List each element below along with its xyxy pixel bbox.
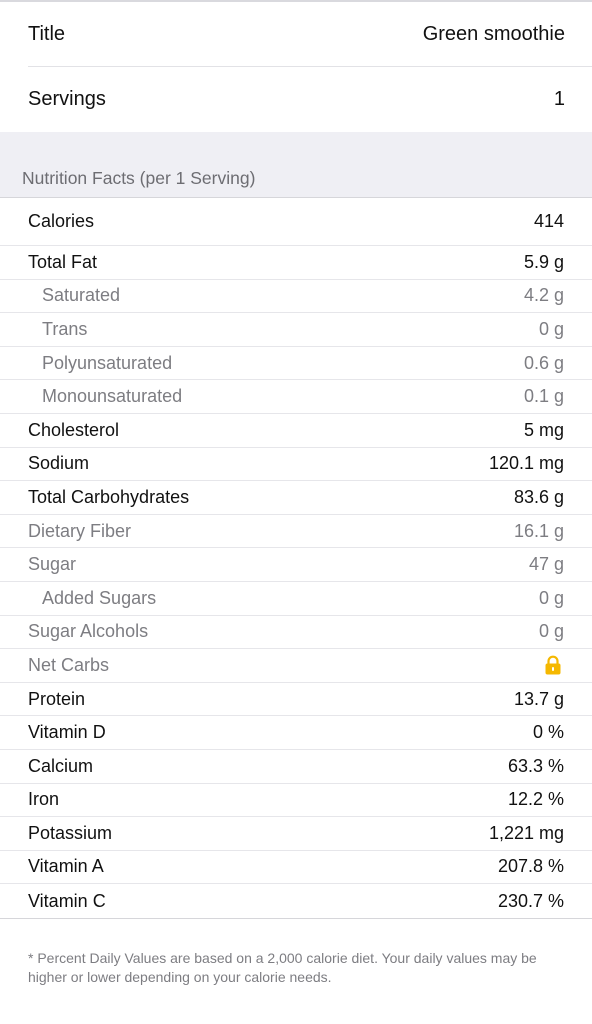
section-header-area: Nutrition Facts (per 1 Serving) bbox=[0, 132, 592, 197]
nutrient-row-sugar-alcohols: Sugar Alcohols 0 g bbox=[0, 616, 592, 650]
nutrient-value: 414 bbox=[533, 211, 564, 231]
nutrient-label: Sodium bbox=[28, 453, 90, 474]
nutrient-label: Total Fat bbox=[28, 251, 98, 272]
nutrient-value: 0.1 g bbox=[523, 386, 564, 407]
nutrient-value: 0.6 g bbox=[523, 352, 564, 373]
nutrient-row-added-sugars: Added Sugars 0 g bbox=[0, 582, 592, 616]
nutrient-row-dietary-fiber: Dietary Fiber 16.1 g bbox=[0, 515, 592, 549]
nutrient-value: 4.2 g bbox=[523, 285, 564, 306]
nutrient-value: 0 % bbox=[532, 722, 564, 743]
nutrient-value: 120.1 mg bbox=[488, 453, 564, 474]
nutrient-label: Vitamin D bbox=[28, 722, 106, 743]
nutrient-label: Trans bbox=[42, 318, 88, 339]
lock-icon[interactable] bbox=[542, 654, 564, 676]
nutrient-row-calcium: Calcium 63.3 % bbox=[0, 750, 592, 784]
nutrient-value: 47 g bbox=[528, 554, 564, 575]
servings-row[interactable]: Servings 1 bbox=[0, 67, 592, 132]
nutrient-row-monounsaturated: Monounsaturated 0.1 g bbox=[0, 380, 592, 414]
nutrient-row-saturated: Saturated 4.2 g bbox=[0, 280, 592, 314]
nutrient-label: Net Carbs bbox=[28, 654, 110, 675]
nutrient-label: Protein bbox=[28, 688, 86, 709]
nutrient-value: 83.6 g bbox=[513, 486, 564, 507]
nutrient-row-trans: Trans 0 g bbox=[0, 313, 592, 347]
nutrient-row-net-carbs[interactable]: Net Carbs bbox=[0, 649, 592, 683]
nutrient-value: 12.2 % bbox=[507, 789, 564, 810]
nutrient-label: Added Sugars bbox=[42, 587, 157, 608]
title-row[interactable]: Title Green smoothie bbox=[0, 2, 592, 67]
nutrition-facts-header: Nutrition Facts (per 1 Serving) bbox=[22, 168, 256, 188]
nutrient-value: 230.7 % bbox=[497, 890, 564, 911]
nutrient-label: Monounsaturated bbox=[42, 386, 183, 407]
nutrient-row-polyunsaturated: Polyunsaturated 0.6 g bbox=[0, 347, 592, 381]
nutrient-label: Sugar Alcohols bbox=[28, 621, 149, 642]
nutrient-value: 0 g bbox=[538, 587, 564, 608]
nutrient-value: 16.1 g bbox=[513, 520, 564, 541]
nutrient-row-cholesterol: Cholesterol 5 mg bbox=[0, 414, 592, 448]
nutrient-row-protein: Protein 13.7 g bbox=[0, 683, 592, 717]
nutrient-value: 63.3 % bbox=[507, 755, 564, 776]
nutrient-label: Calories bbox=[28, 211, 95, 231]
nutrient-row-total-carbohydrates: Total Carbohydrates 83.6 g bbox=[0, 481, 592, 515]
nutrient-label: Cholesterol bbox=[28, 419, 120, 440]
nutrient-value: 5.9 g bbox=[523, 251, 564, 272]
nutrient-label: Calcium bbox=[28, 755, 94, 776]
nutrient-value: 1,221 mg bbox=[488, 822, 564, 843]
nutrient-value: 0 g bbox=[538, 318, 564, 339]
title-value: Green smoothie bbox=[422, 23, 565, 45]
nutrient-label: Polyunsaturated bbox=[42, 352, 173, 373]
nutrient-label: Iron bbox=[28, 789, 60, 810]
nutrient-label: Sugar bbox=[28, 554, 77, 575]
nutrient-row-iron: Iron 12.2 % bbox=[0, 784, 592, 818]
nutrient-value: 0 g bbox=[538, 621, 564, 642]
title-label: Title bbox=[28, 23, 66, 45]
servings-value: 1 bbox=[553, 88, 565, 110]
nutrient-row-calories: Calories 414 bbox=[0, 198, 592, 246]
nutrient-row-total-fat: Total Fat 5.9 g bbox=[0, 246, 592, 280]
nutrient-row-vitamin-c: Vitamin C 230.7 % bbox=[0, 884, 592, 918]
nutrient-label: Saturated bbox=[42, 285, 121, 306]
nutrient-value: 13.7 g bbox=[513, 688, 564, 709]
nutrient-row-potassium: Potassium 1,221 mg bbox=[0, 817, 592, 851]
nutrient-value: 5 mg bbox=[523, 419, 564, 440]
nutrient-label: Vitamin C bbox=[28, 890, 106, 911]
nutrient-label: Potassium bbox=[28, 822, 113, 843]
nutrient-label: Vitamin A bbox=[28, 856, 104, 877]
nutrition-screen: Title Green smoothie Servings 1 Nutritio… bbox=[0, 0, 592, 1024]
nutrient-row-vitamin-d: Vitamin D 0 % bbox=[0, 716, 592, 750]
nutrient-row-vitamin-a: Vitamin A 207.8 % bbox=[0, 851, 592, 885]
nutrient-label: Total Carbohydrates bbox=[28, 486, 190, 507]
nutrient-label: Dietary Fiber bbox=[28, 520, 132, 541]
nutrient-row-sugar: Sugar 47 g bbox=[0, 548, 592, 582]
nutrient-row-sodium: Sodium 120.1 mg bbox=[0, 448, 592, 482]
nutrition-facts-list: Calories 414 Total Fat 5.9 g Saturated 4… bbox=[0, 197, 592, 919]
daily-values-disclaimer: * Percent Daily Values are based on a 2,… bbox=[28, 949, 537, 985]
nutrient-value: 207.8 % bbox=[497, 856, 564, 877]
servings-label: Servings bbox=[28, 88, 106, 110]
